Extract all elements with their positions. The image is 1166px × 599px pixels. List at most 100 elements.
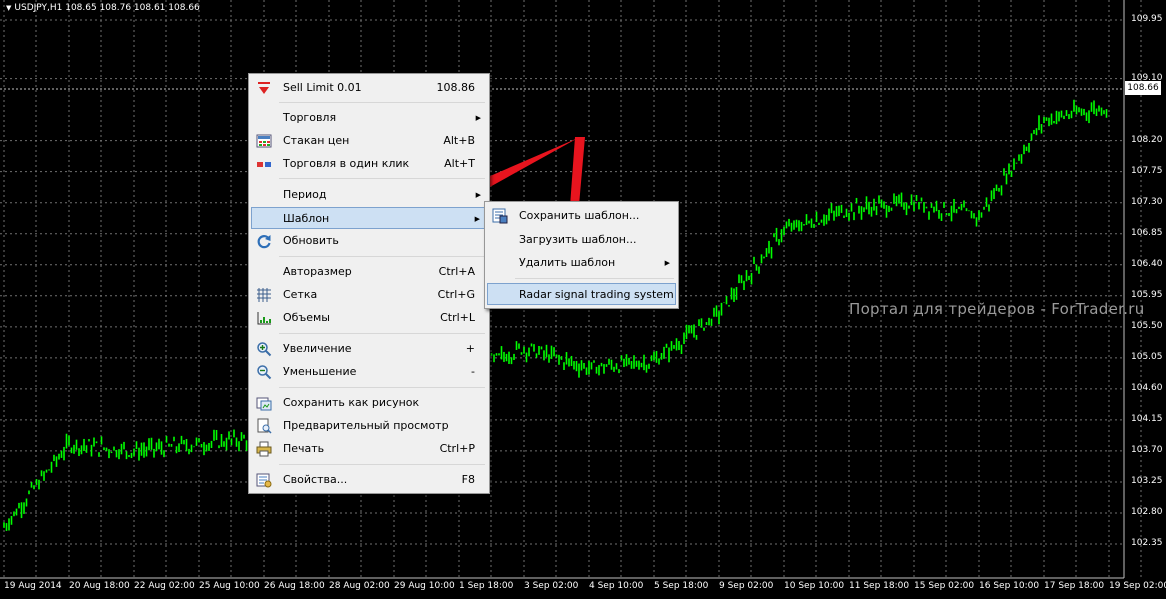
menu-item-trading[interactable]: Торговля ▶: [251, 107, 487, 129]
menu-item-label: Печать: [283, 442, 325, 455]
sell-limit-icon: [258, 82, 270, 94]
menu-item-label: Sell Limit 0.01: [283, 81, 362, 94]
menu-item-properties[interactable]: Свойства... F8: [251, 469, 487, 491]
chart-dropdown-icon[interactable]: ▼: [6, 4, 11, 12]
save-template-icon: [492, 208, 508, 224]
template-submenu: Сохранить шаблон... Загрузить шаблон... …: [484, 201, 679, 309]
x-tick-label: 11 Sep 18:00: [849, 581, 910, 591]
x-tick-label: 16 Sep 10:00: [979, 581, 1040, 591]
menu-item-one-click-trading[interactable]: Торговля в один клик Alt+T: [251, 153, 487, 175]
y-tick-label: 108.20: [1131, 134, 1163, 145]
print-icon: [256, 441, 272, 457]
chart-title-text: USDJPY,H1 108.65 108.76 108.61 108.66: [14, 3, 200, 13]
y-tick-label: 104.60: [1131, 382, 1163, 393]
print-preview-icon: [257, 418, 272, 434]
menu-item-template[interactable]: Шаблон ▶: [251, 207, 487, 229]
submenu-item-load-template[interactable]: Загрузить шаблон...: [487, 229, 676, 251]
menu-item-label: Предварительный просмотр: [283, 419, 449, 432]
menu-separator: [279, 178, 485, 179]
x-tick-label: 20 Aug 18:00: [69, 581, 130, 591]
submenu-item-save-template[interactable]: Сохранить шаблон...: [487, 205, 676, 227]
x-tick-label: 1 Sep 18:00: [459, 581, 514, 591]
y-tick-label: 106.40: [1131, 258, 1163, 269]
current-price-label: 108.66: [1125, 81, 1161, 95]
y-tick-label: 105.50: [1131, 320, 1163, 331]
x-tick-label: 17 Sep 18:00: [1044, 581, 1105, 591]
y-tick-label: 105.05: [1131, 351, 1163, 362]
menu-item-shortcut: Alt+T: [444, 157, 475, 170]
menu-separator: [515, 278, 674, 279]
chart-title: ▼ USDJPY,H1 108.65 108.76 108.61 108.66: [6, 3, 200, 13]
x-tick-label: 9 Sep 02:00: [719, 581, 774, 591]
menu-item-shortcut: Ctrl+A: [438, 265, 475, 278]
submenu-arrow-icon: ▶: [664, 259, 670, 267]
menu-item-label: Шаблон: [283, 212, 330, 225]
menu-item-label: Авторазмер: [283, 265, 352, 278]
y-tick-label: 107.75: [1131, 165, 1163, 176]
menu-separator: [279, 256, 485, 257]
y-tick-label: 103.70: [1131, 444, 1163, 455]
x-tick-label: 10 Sep 10:00: [784, 581, 845, 591]
menu-item-refresh[interactable]: Обновить: [251, 230, 487, 252]
x-tick-label: 15 Sep 02:00: [914, 581, 975, 591]
menu-item-zoom-out[interactable]: Уменьшение -: [251, 361, 487, 383]
x-tick-label: 29 Aug 10:00: [394, 581, 455, 591]
watermark-text: Портал для трейдеров - ForTrader.ru: [849, 300, 1145, 318]
menu-item-label: Обновить: [283, 234, 339, 247]
zoom-in-icon: [257, 342, 272, 357]
y-tick-label: 102.35: [1131, 538, 1163, 548]
zoom-out-icon: [257, 365, 272, 380]
submenu-item-delete-template[interactable]: Удалить шаблон ▶: [487, 252, 676, 274]
x-tick-label: 3 Sep 02:00: [524, 581, 579, 591]
x-tick-label: 5 Sep 18:00: [654, 581, 709, 591]
menu-item-autoscale[interactable]: Авторазмер Ctrl+A: [251, 261, 487, 283]
grid-icon: [257, 288, 271, 302]
menu-separator: [279, 333, 485, 334]
menu-item-label: Сохранить шаблон...: [519, 209, 640, 222]
y-tick-label: 109.10: [1131, 72, 1163, 83]
volumes-icon: [257, 312, 271, 325]
menu-item-label: Период: [283, 188, 327, 201]
chart-context-menu: Sell Limit 0.01 108.86 Торговля ▶ Стакан…: [248, 73, 490, 494]
menu-item-period[interactable]: Период ▶: [251, 184, 487, 206]
menu-item-shortcut: 108.86: [436, 81, 476, 94]
menu-item-shortcut: Ctrl+P: [439, 442, 475, 455]
save-picture-icon: [256, 397, 272, 411]
menu-item-label: Сетка: [283, 288, 318, 301]
menu-item-print[interactable]: Печать Ctrl+P: [251, 438, 487, 460]
menu-item-shortcut: -: [471, 365, 475, 378]
depth-of-market-icon: [256, 134, 272, 148]
submenu-item-radar-signal-template[interactable]: Radar signal trading system: [487, 283, 676, 305]
menu-item-zoom-in[interactable]: Увеличение +: [251, 338, 487, 360]
menu-item-volumes[interactable]: Объемы Ctrl+L: [251, 307, 487, 329]
x-tick-label: 25 Aug 10:00: [199, 581, 260, 591]
menu-separator: [279, 102, 485, 103]
x-tick-label: 26 Aug 18:00: [264, 581, 325, 591]
menu-item-shortcut: Ctrl+G: [437, 288, 475, 301]
y-tick-label: 109.95: [1131, 14, 1163, 24]
menu-item-save-as-picture[interactable]: Сохранить как рисунок: [251, 392, 487, 414]
menu-separator: [279, 464, 485, 465]
y-tick-label: 107.30: [1131, 196, 1163, 207]
y-tick-label: 104.15: [1131, 413, 1163, 424]
menu-item-shortcut: F8: [461, 473, 475, 486]
refresh-icon: [257, 235, 271, 249]
menu-item-grid[interactable]: Сетка Ctrl+G: [251, 284, 487, 306]
submenu-arrow-icon: ▶: [474, 215, 480, 223]
menu-item-label: Объемы: [283, 311, 330, 324]
x-tick-label: 22 Aug 02:00: [134, 581, 195, 591]
y-tick-label: 105.95: [1131, 289, 1163, 300]
properties-icon: [256, 473, 272, 488]
y-tick-label: 103.25: [1131, 475, 1163, 486]
one-click-trading-icon: [257, 162, 271, 167]
menu-item-label: Торговля в один клик: [283, 157, 410, 170]
menu-item-label: Сохранить как рисунок: [283, 396, 420, 409]
menu-item-print-preview[interactable]: Предварительный просмотр: [251, 415, 487, 437]
x-tick-label: 19 Aug 2014: [4, 581, 62, 591]
menu-item-label: Торговля: [283, 111, 337, 124]
menu-item-label: Загрузить шаблон...: [519, 233, 637, 246]
menu-item-label: Стакан цен: [283, 134, 350, 147]
menu-item-depth-of-market[interactable]: Стакан цен Alt+B: [251, 130, 487, 152]
menu-item-sell-limit[interactable]: Sell Limit 0.01 108.86: [251, 77, 487, 99]
x-tick-label: 28 Aug 02:00: [329, 581, 390, 591]
